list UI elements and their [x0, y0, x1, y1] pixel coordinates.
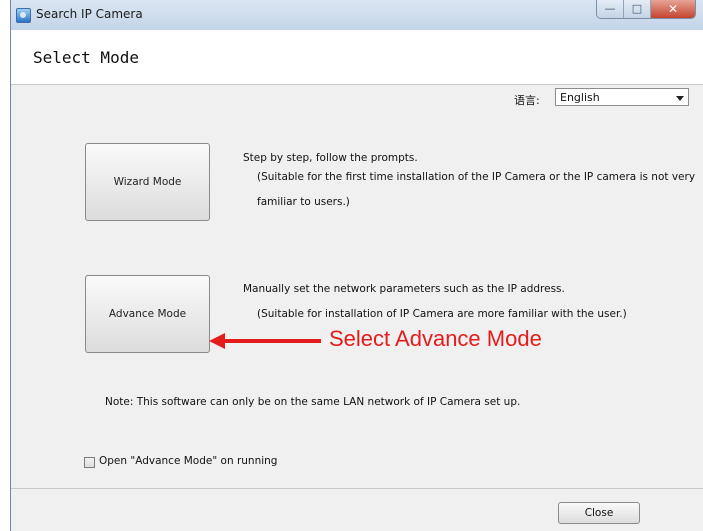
close-button[interactable]: Close [558, 502, 640, 524]
window-controls: — □ ✕ [596, 0, 696, 19]
open-advance-mode-label[interactable]: Open "Advance Mode" on running [99, 455, 277, 467]
red-arrow-shaft [223, 339, 321, 343]
close-icon[interactable]: ✕ [651, 0, 695, 18]
app-window: Search IP Camera — □ ✕ Select Mode 语言: E… [10, 0, 703, 531]
advance-desc-line2: (Suitable for installation of IP Camera … [257, 308, 627, 320]
chevron-down-icon [676, 96, 684, 101]
footer-divider [11, 488, 703, 489]
language-selected-value: English [560, 91, 600, 104]
language-select[interactable]: English [555, 88, 689, 106]
camera-app-icon [16, 8, 31, 23]
wizard-desc-line3: familiar to users.) [257, 196, 350, 208]
note-text: Note: This software can only be on the s… [105, 396, 521, 408]
header: Select Mode [11, 30, 703, 84]
page-title: Select Mode [33, 48, 139, 67]
title-bar[interactable]: Search IP Camera — □ ✕ [11, 0, 703, 31]
wizard-desc-line2: (Suitable for the first time installatio… [257, 171, 696, 183]
language-label: 语言: [514, 94, 540, 107]
advance-desc-line1: Manually set the network parameters such… [243, 283, 565, 295]
advance-mode-button[interactable]: Advance Mode [85, 275, 210, 353]
open-advance-mode-checkbox[interactable] [84, 457, 95, 468]
window-title: Search IP Camera [36, 7, 143, 21]
wizard-desc-line1: Step by step, follow the prompts. [243, 152, 418, 164]
wizard-mode-button[interactable]: Wizard Mode [85, 143, 210, 221]
minimize-icon[interactable]: — [597, 0, 624, 18]
annotation-label: Select Advance Mode [329, 326, 542, 351]
maximize-icon[interactable]: □ [624, 0, 651, 18]
header-divider [11, 84, 703, 85]
